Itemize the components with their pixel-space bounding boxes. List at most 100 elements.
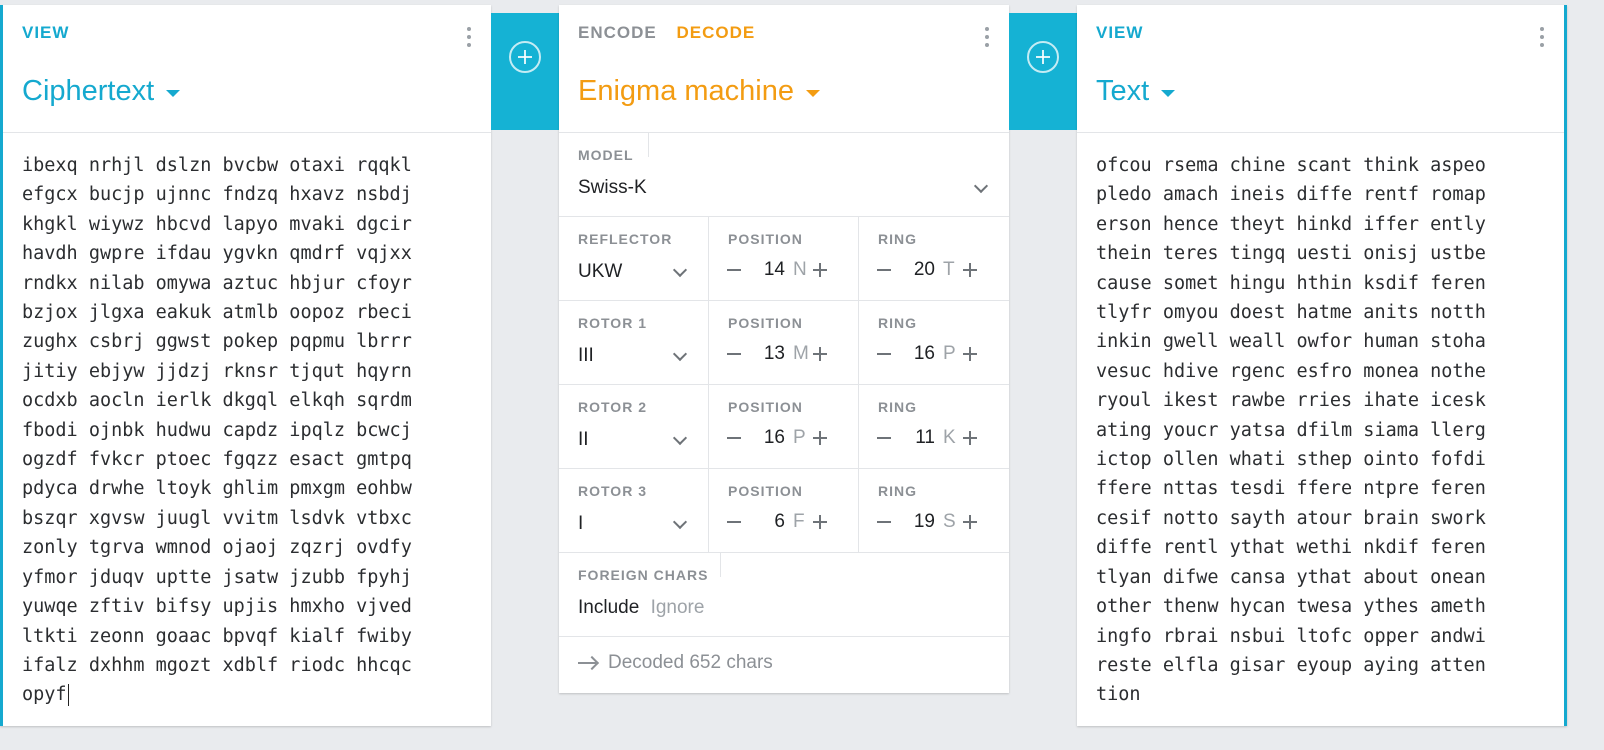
plaintext-textarea[interactable]: ofcou rsema chine scant think aspeo pled… bbox=[1096, 151, 1486, 710]
panel-title: Enigma machine bbox=[578, 75, 794, 107]
reflector-ring: RING 20 T bbox=[859, 217, 1009, 300]
rotor-2-ring: RING 11 K bbox=[859, 385, 1009, 468]
include-option[interactable]: Include bbox=[578, 597, 639, 618]
caret-down-icon bbox=[166, 90, 181, 97]
position-number[interactable]: 14 bbox=[741, 259, 785, 281]
status-message: Decoded 652 chars bbox=[578, 652, 773, 674]
plus-icon[interactable] bbox=[813, 347, 827, 361]
ring-number[interactable]: 20 bbox=[891, 259, 935, 281]
minus-icon[interactable] bbox=[877, 521, 891, 523]
position-number[interactable]: 6 bbox=[741, 511, 785, 533]
minus-icon[interactable] bbox=[877, 437, 891, 439]
position-label: POSITION bbox=[728, 483, 803, 499]
chevron-down-icon[interactable] bbox=[672, 430, 688, 446]
position-number[interactable]: 13 bbox=[741, 343, 785, 365]
minus-icon[interactable] bbox=[727, 521, 741, 523]
reflector-label: REFLECTOR bbox=[578, 231, 673, 247]
rotor-3-value: I bbox=[578, 513, 584, 534]
position-stepper: 13 M bbox=[727, 343, 827, 365]
add-circle-icon bbox=[1027, 40, 1059, 73]
rotor-1-row: ROTOR 1 III POSITION 13 M RING 16 P bbox=[559, 301, 1009, 385]
plaintext-title-dropdown[interactable]: Text bbox=[1096, 75, 1176, 108]
tab-decode[interactable]: DECODE bbox=[676, 23, 755, 42]
ciphertext-textarea[interactable]: ibexq nrhjl dslzn bvcbw otaxi rqqkl efgc… bbox=[22, 151, 412, 710]
tab-encode[interactable]: ENCODE bbox=[578, 23, 657, 42]
tab-view[interactable]: VIEW bbox=[1096, 23, 1143, 42]
minus-icon[interactable] bbox=[727, 353, 741, 355]
ring-stepper: 20 T bbox=[877, 259, 977, 281]
position-letter: F bbox=[793, 511, 805, 532]
plus-icon[interactable] bbox=[813, 515, 827, 529]
more-vert-icon[interactable] bbox=[463, 25, 475, 49]
minus-icon[interactable] bbox=[877, 269, 891, 271]
add-brick-button-left[interactable] bbox=[491, 13, 559, 130]
reflector-select[interactable]: REFLECTOR UKW bbox=[559, 217, 709, 300]
ring-letter: P bbox=[943, 343, 956, 364]
plus-icon[interactable] bbox=[963, 515, 977, 529]
chevron-down-icon[interactable] bbox=[973, 178, 989, 194]
model-value: Swiss-K bbox=[578, 177, 647, 198]
ring-letter: T bbox=[943, 259, 955, 280]
model-select[interactable]: MODEL Swiss-K bbox=[559, 133, 1009, 216]
minus-icon[interactable] bbox=[727, 269, 741, 271]
add-circle-icon bbox=[509, 40, 541, 73]
position-letter: N bbox=[793, 259, 807, 280]
ring-label: RING bbox=[878, 315, 917, 331]
ring-stepper: 19 S bbox=[877, 511, 977, 533]
more-vert-icon[interactable] bbox=[1536, 25, 1548, 49]
ring-number[interactable]: 19 bbox=[891, 511, 935, 533]
ring-letter: K bbox=[943, 427, 956, 448]
plus-icon[interactable] bbox=[963, 347, 977, 361]
chevron-down-icon[interactable] bbox=[672, 346, 688, 362]
foreign-chars-label: FOREIGN CHARS bbox=[578, 567, 709, 583]
label-divider bbox=[720, 553, 721, 577]
text-cursor bbox=[67, 684, 70, 707]
plus-icon[interactable] bbox=[963, 431, 977, 445]
reflector-row: REFLECTOR UKW POSITION 14 N RING 20 T bbox=[559, 217, 1009, 301]
rotor-rows: REFLECTOR UKW POSITION 14 N RING 20 T ROTOR 1 III… bbox=[559, 217, 1009, 553]
ignore-option[interactable]: Ignore bbox=[651, 597, 705, 618]
rotor-1-ring: RING 16 P bbox=[859, 301, 1009, 384]
minus-icon[interactable] bbox=[877, 353, 891, 355]
plus-icon[interactable] bbox=[813, 263, 827, 277]
rotor-2-select[interactable]: ROTOR 2 II bbox=[559, 385, 709, 468]
foreign-chars-row: FOREIGN CHARS Include Ignore bbox=[559, 553, 1009, 637]
rotor-2-value: II bbox=[578, 429, 589, 450]
rotor-3-row: ROTOR 3 I POSITION 6 F RING 19 S bbox=[559, 469, 1009, 553]
add-brick-button-right[interactable] bbox=[1009, 13, 1077, 130]
plus-icon[interactable] bbox=[813, 431, 827, 445]
plaintext-tabs: VIEW bbox=[1096, 23, 1157, 43]
status-text: Decoded 652 chars bbox=[608, 652, 773, 673]
more-vert-icon[interactable] bbox=[981, 25, 993, 49]
label-divider bbox=[648, 133, 649, 157]
rotor-2-row: ROTOR 2 II POSITION 16 P RING 11 K bbox=[559, 385, 1009, 469]
tab-view[interactable]: VIEW bbox=[22, 23, 69, 42]
foreign-chars-options: Include Ignore bbox=[578, 597, 704, 619]
ciphertext-title-dropdown[interactable]: Ciphertext bbox=[22, 75, 181, 108]
position-letter: P bbox=[793, 427, 806, 448]
ring-label: RING bbox=[878, 483, 917, 499]
rotor-1-label: ROTOR 1 bbox=[578, 315, 647, 331]
enigma-panel: ENCODE DECODE Enigma machine MODEL Swiss… bbox=[559, 5, 1009, 693]
position-number[interactable]: 16 bbox=[741, 427, 785, 449]
ring-number[interactable]: 16 bbox=[891, 343, 935, 365]
plus-icon[interactable] bbox=[963, 263, 977, 277]
ciphertext-header: VIEW Ciphertext bbox=[3, 5, 491, 133]
ring-number[interactable]: 11 bbox=[891, 427, 935, 449]
position-label: POSITION bbox=[728, 231, 803, 247]
rotor-1-position: POSITION 13 M bbox=[709, 301, 859, 384]
rotor-2-position: POSITION 16 P bbox=[709, 385, 859, 468]
model-label: MODEL bbox=[578, 147, 634, 163]
minus-icon[interactable] bbox=[727, 437, 741, 439]
ring-stepper: 11 K bbox=[877, 427, 977, 449]
enigma-title-dropdown[interactable]: Enigma machine bbox=[578, 75, 820, 108]
ciphertext-panel: VIEW Ciphertext ibexq nrhjl dslzn bvcbw … bbox=[0, 5, 491, 726]
arrow-right-icon bbox=[578, 656, 598, 670]
chevron-down-icon[interactable] bbox=[672, 262, 688, 278]
rotor-3-ring: RING 19 S bbox=[859, 469, 1009, 552]
rotor-1-select[interactable]: ROTOR 1 III bbox=[559, 301, 709, 384]
chevron-down-icon[interactable] bbox=[672, 514, 688, 530]
rotor-3-select[interactable]: ROTOR 3 I bbox=[559, 469, 709, 552]
position-letter: M bbox=[793, 343, 809, 364]
ring-label: RING bbox=[878, 231, 917, 247]
